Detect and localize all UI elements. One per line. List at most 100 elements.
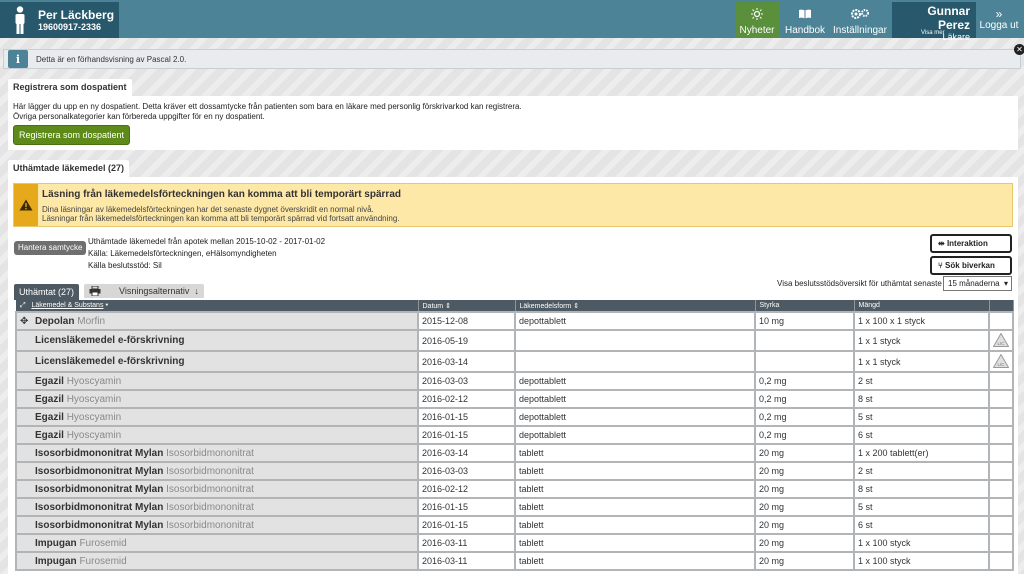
medication-substance: Hyoscyamin [66, 429, 122, 441]
logout-button[interactable]: » Logga ut [978, 2, 1020, 38]
license-icon[interactable]: LIC [992, 352, 1010, 368]
table-row[interactable]: Impugan Furosemid 2016-03-11 tablett 20 mg 1… [15, 533, 1014, 553]
medication-name-cell[interactable]: Licensläkemedel e-förskrivning [15, 350, 419, 373]
table-row[interactable]: Egazil Hyoscyamin 2016-02-12 depottablett 0… [15, 389, 1014, 409]
side-effect-label: Sök biverkan [945, 261, 995, 270]
amount-cell: 2 st [854, 461, 990, 481]
patient-name: Per Läckberg [38, 7, 115, 22]
form-cell: tablett [515, 461, 756, 481]
user-menu[interactable]: Gunnar Perez Läkare Visa mer [892, 2, 976, 42]
nav-handbok[interactable]: Handbok [782, 2, 828, 38]
medication-name-cell[interactable]: Impugan Furosemid [15, 551, 419, 571]
strength-cell: 10 mg [755, 311, 855, 331]
amount-cell: 8 st [854, 389, 990, 409]
table-row[interactable]: Isosorbidmononitrat Mylan Isosorbidmonon… [15, 479, 1014, 499]
manage-consent-button[interactable]: Hantera samtycke [14, 241, 87, 255]
interaction-button[interactable]: ⇹ Interaktion [930, 234, 1012, 253]
medication-name: Isosorbidmononitrat Mylan [35, 447, 164, 459]
medication-name-cell[interactable]: Licensläkemedel e-förskrivning [15, 329, 419, 352]
nav-nyheter[interactable]: Nyheter [735, 2, 779, 38]
col-styrka-label: Styrka [759, 302, 780, 309]
col-styrka[interactable]: Styrka [755, 300, 855, 312]
person-icon [15, 6, 25, 34]
arrow-down-icon: ↓ [194, 286, 199, 296]
nav-handbok-label: Handbok [784, 25, 826, 36]
amount-cell: 1 x 100 x 1 styck [854, 311, 990, 331]
col-datum[interactable]: Datum ⇕ [418, 300, 516, 312]
table-row[interactable]: Isosorbidmononitrat Mylan Isosorbidmonon… [15, 515, 1014, 535]
amount-cell: 5 st [854, 407, 990, 427]
table-row[interactable]: Egazil Hyoscyamin 2016-03-03 depottablett 0… [15, 371, 1014, 391]
date-cell: 2016-05-19 [418, 329, 516, 352]
tab-uthamtat[interactable]: Uthämtat (27) [14, 284, 80, 300]
medication-name-cell[interactable]: Impugan Furosemid [15, 533, 419, 553]
extra-cell [989, 551, 1014, 571]
amount-cell: 1 x 1 styck [854, 350, 990, 373]
nav-installningar[interactable]: Inställningar [832, 2, 888, 38]
date-cell: 2016-01-15 [418, 515, 516, 535]
tab-visningsalternativ[interactable]: Visningsalternativ ↓ [84, 284, 204, 298]
extra-cell [989, 461, 1014, 481]
col-form[interactable]: Läkemedelsform ⇕ [515, 300, 756, 312]
tab-uthamtade[interactable]: Uthämtade läkemedel (27) [8, 160, 130, 177]
warning-line-2: Läsningar från läkemedelsförteckningen k… [42, 214, 400, 223]
table-row[interactable]: ✥ Depolan Morfin 2015-12-08 depottablett 10 … [15, 311, 1014, 331]
period-select[interactable]: 15 månaderna ▾ [943, 276, 1012, 291]
medication-substance: Isosorbidmononitrat [166, 501, 254, 513]
medication-name: Impugan [35, 555, 77, 567]
strength-cell: 0,2 mg [755, 371, 855, 391]
user-more-link[interactable]: Visa mer [921, 30, 945, 36]
col-lakemedel[interactable]: ⤢ Läkemedel & Substans ▾ [16, 300, 419, 312]
close-icon[interactable]: ✕ [1014, 44, 1024, 55]
table-row[interactable]: Egazil Hyoscyamin 2016-01-15 depottablett 0… [15, 425, 1014, 445]
date-cell: 2016-03-03 [418, 371, 516, 391]
strength-cell [755, 350, 855, 373]
table-row[interactable]: Impugan Furosemid 2016-03-11 tablett 20 mg 1… [15, 551, 1014, 571]
table-row[interactable]: Egazil Hyoscyamin 2016-01-15 depottablett 0… [15, 407, 1014, 427]
sort-icon: ⇕ [445, 302, 451, 310]
tab-uthamtade-label: Uthämtade läkemedel (27) [13, 163, 125, 173]
medication-name: Licensläkemedel e-förskrivning [35, 356, 185, 367]
medication-name: Egazil [35, 393, 64, 405]
double-chevron-right-icon: » [995, 7, 1003, 21]
tab-registrera-dospatient[interactable]: Registrera som dospatient [8, 79, 132, 96]
col-mangd[interactable]: Mängd [854, 300, 990, 312]
patient-banner[interactable]: Per Läckberg 19600917-2336 [0, 2, 119, 38]
expand-move-icon[interactable]: ✥ [20, 316, 28, 327]
form-cell: tablett [515, 551, 756, 571]
medication-name-cell[interactable]: Egazil Hyoscyamin [15, 389, 419, 409]
table-row[interactable]: Isosorbidmononitrat Mylan Isosorbidmonon… [15, 443, 1014, 463]
table-row[interactable]: Licensläkemedel e-förskrivning 2016-05-1… [15, 329, 1014, 352]
register-dospatient-button[interactable]: Registrera som dospatient [13, 125, 131, 145]
extra-cell [989, 389, 1014, 409]
sort-icon: ⇕ [573, 302, 580, 310]
medication-name-cell[interactable]: Isosorbidmononitrat Mylan Isosorbidmonon… [15, 515, 419, 535]
medication-name-cell[interactable]: Egazil Hyoscyamin [15, 371, 419, 391]
table-row[interactable]: Isosorbidmononitrat Mylan Isosorbidmonon… [15, 461, 1014, 481]
medication-name-cell[interactable]: Egazil Hyoscyamin [15, 407, 419, 427]
extra-cell [989, 443, 1014, 463]
medication-substance: Furosemid [79, 537, 127, 549]
medication-name: Isosorbidmononitrat Mylan [35, 465, 164, 477]
col-datum-label: Datum [422, 302, 444, 310]
medication-name-cell[interactable]: Egazil Hyoscyamin [15, 425, 419, 445]
extra-cell: LIC [989, 329, 1014, 352]
form-cell: depottablett [515, 407, 756, 427]
form-cell: tablett [515, 479, 756, 499]
license-icon-text: LIC [997, 341, 1005, 346]
table-row[interactable]: Isosorbidmononitrat Mylan Isosorbidmonon… [15, 497, 1014, 517]
medication-name-cell[interactable]: Isosorbidmononitrat Mylan Isosorbidmonon… [15, 461, 419, 481]
medication-name-cell[interactable]: Isosorbidmononitrat Mylan Isosorbidmonon… [15, 497, 419, 517]
search-side-effect-button[interactable]: ⑂ Sök biverkan [930, 256, 1012, 275]
medication-name-cell[interactable]: ✥ Depolan Morfin [15, 311, 419, 331]
amount-cell: 8 st [854, 479, 990, 499]
medication-name-cell[interactable]: Isosorbidmononitrat Mylan Isosorbidmonon… [15, 479, 419, 499]
strength-cell: 20 mg [755, 443, 855, 463]
medication-name-cell[interactable]: Isosorbidmononitrat Mylan Isosorbidmonon… [15, 443, 419, 463]
table-row[interactable]: Licensläkemedel e-förskrivning 2016-03-1… [15, 350, 1014, 373]
col-lakemedel-label: Läkemedel & Substans [31, 301, 104, 309]
printer-icon [89, 286, 101, 296]
amount-cell: 6 st [854, 515, 990, 535]
license-icon[interactable]: LIC [992, 331, 1010, 347]
form-cell: tablett [515, 515, 756, 535]
